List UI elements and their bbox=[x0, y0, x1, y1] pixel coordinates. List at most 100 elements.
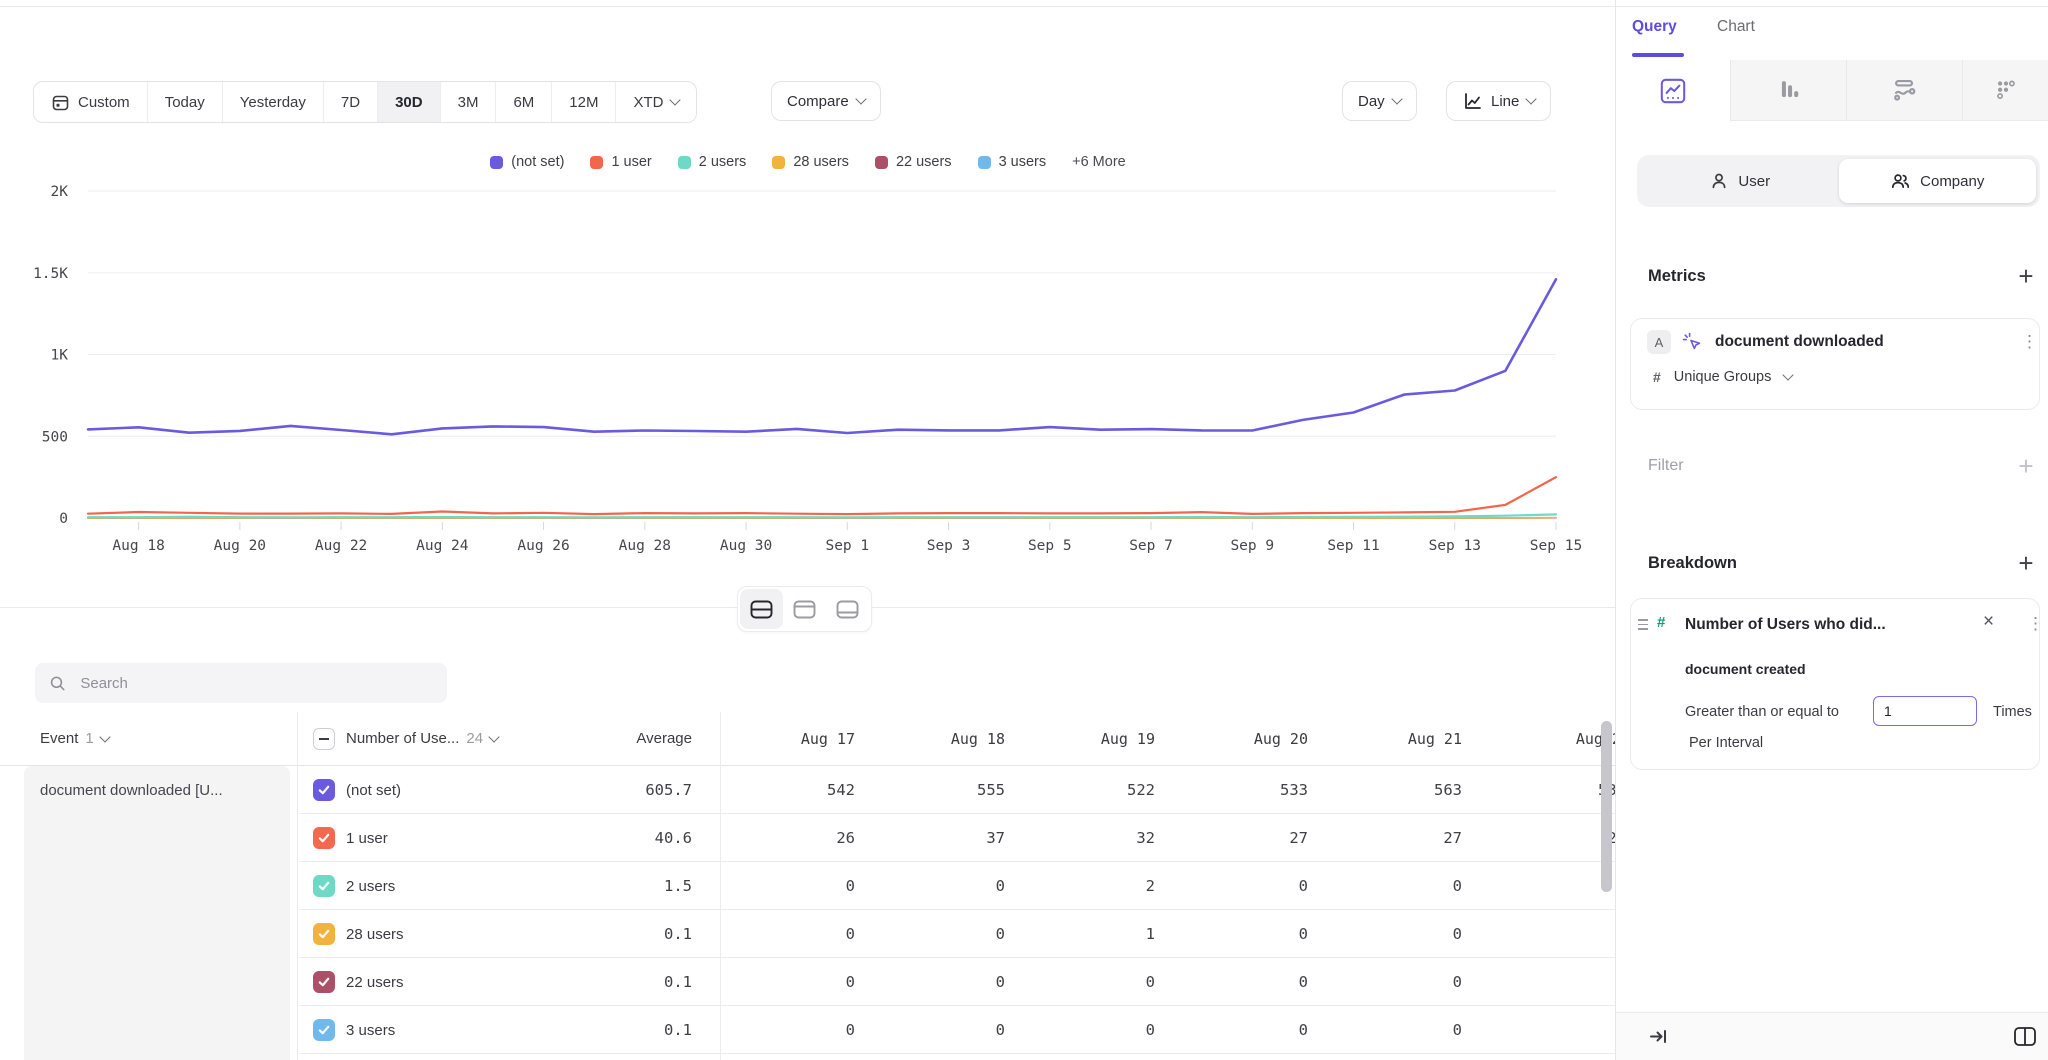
legend-swatch bbox=[678, 156, 691, 169]
range-yesterday-button[interactable]: Yesterday bbox=[223, 82, 324, 122]
cell-value: 533 bbox=[1198, 766, 1308, 814]
remove-breakdown-icon[interactable]: × bbox=[1983, 611, 1994, 633]
layout-panel-bottom-button[interactable] bbox=[826, 589, 869, 629]
table-body: (not set)605.75425555225335635311 user40… bbox=[300, 766, 1616, 1060]
x-axis-label: Sep 5 bbox=[1028, 538, 1072, 554]
drag-handle-icon[interactable] bbox=[1638, 619, 1648, 630]
breakdown-condition-label[interactable]: Greater than or equal to bbox=[1685, 704, 1839, 720]
add-breakdown-button[interactable]: + bbox=[2014, 551, 2038, 575]
chart-type-grid-tab[interactable] bbox=[1962, 60, 2048, 121]
cell-value: 0 bbox=[1045, 1006, 1155, 1054]
legend-item[interactable]: 22 users bbox=[875, 154, 952, 170]
row-checkbox[interactable] bbox=[313, 827, 335, 849]
date-column-header: Aug 21 bbox=[1352, 712, 1462, 765]
average-value: 0.1 bbox=[572, 958, 692, 1006]
row-checkbox[interactable] bbox=[313, 1019, 335, 1041]
metric-card[interactable]: A document downloaded ⋮ # Unique Groups bbox=[1630, 318, 2040, 410]
range-7d-button[interactable]: 7D bbox=[324, 82, 378, 122]
x-axis-label: Aug 20 bbox=[214, 538, 266, 554]
legend-item[interactable]: 3 users bbox=[978, 154, 1047, 170]
check-icon bbox=[317, 783, 331, 797]
cell-value: 0 bbox=[1352, 1006, 1462, 1054]
vertical-scrollbar[interactable] bbox=[1601, 721, 1612, 892]
group-value-label[interactable]: 28 users bbox=[346, 910, 404, 958]
check-icon bbox=[317, 1023, 331, 1037]
group-value-label[interactable]: 22 users bbox=[346, 958, 404, 1006]
range-today-button[interactable]: Today bbox=[148, 82, 223, 122]
collapse-panel-icon[interactable] bbox=[1648, 1025, 1671, 1048]
table-row: 3 users0.1000000 bbox=[300, 1006, 1616, 1054]
average-value: 1.5 bbox=[572, 862, 692, 910]
legend-item[interactable]: (not set) bbox=[490, 154, 564, 170]
calendar-icon bbox=[51, 93, 70, 112]
average-column-header: Average bbox=[572, 712, 692, 765]
breakdown-menu-icon[interactable]: ⋮ bbox=[2027, 614, 2044, 634]
range-12m-button[interactable]: 12M bbox=[552, 82, 616, 122]
add-metric-button[interactable]: + bbox=[2014, 264, 2038, 288]
interval-button[interactable]: Day bbox=[1342, 81, 1417, 121]
legend-label: 2 users bbox=[699, 154, 747, 170]
scope-user-button[interactable]: User bbox=[1641, 159, 1839, 203]
group-value-label[interactable]: 2 users bbox=[346, 862, 395, 910]
group-value-label[interactable]: 1 user bbox=[346, 814, 388, 862]
chart-type-line-tab[interactable] bbox=[1616, 60, 1730, 121]
range-30d-button[interactable]: 30D bbox=[378, 82, 441, 122]
event-cell[interactable]: document downloaded [U... bbox=[24, 766, 290, 1060]
tab-query[interactable]: Query bbox=[1632, 18, 1677, 36]
cell-value: 0 bbox=[1516, 958, 1616, 1006]
legend-more-link[interactable]: +6 More bbox=[1072, 154, 1126, 170]
group-value-label[interactable]: (not set) bbox=[346, 766, 401, 814]
compare-button[interactable]: Compare bbox=[771, 81, 881, 121]
breakdown-value-input[interactable] bbox=[1873, 696, 1977, 726]
tab-chart[interactable]: Chart bbox=[1717, 18, 1755, 36]
range-6m-button[interactable]: 6M bbox=[496, 82, 552, 122]
x-axis-label: Aug 30 bbox=[720, 538, 772, 554]
legend-item[interactable]: 2 users bbox=[678, 154, 747, 170]
scope-user-label: User bbox=[1738, 173, 1770, 190]
row-checkbox[interactable] bbox=[313, 923, 335, 945]
range-custom-button[interactable]: Custom bbox=[34, 82, 148, 122]
compare-label: Compare bbox=[787, 93, 849, 110]
search-box[interactable] bbox=[35, 663, 447, 703]
line-chart[interactable]: 05001K1.5K2KAug 18Aug 20Aug 22Aug 24Aug … bbox=[0, 180, 1616, 555]
event-column-header[interactable]: Event 1 bbox=[40, 712, 109, 765]
x-axis-label: Sep 7 bbox=[1129, 538, 1173, 554]
metric-measure-row[interactable]: # Unique Groups bbox=[1653, 369, 1792, 385]
layout-panel-top-button[interactable] bbox=[783, 589, 826, 629]
x-axis-label: Aug 18 bbox=[112, 538, 164, 554]
cell-value: 37 bbox=[895, 814, 1005, 862]
layout-split-rows-button[interactable] bbox=[740, 589, 783, 629]
panel-footer bbox=[1616, 1012, 2048, 1060]
legend-item[interactable]: 28 users bbox=[772, 154, 849, 170]
split-rows-icon bbox=[750, 600, 773, 619]
chevron-down-icon bbox=[1526, 93, 1537, 104]
select-all-checkbox[interactable] bbox=[313, 712, 335, 765]
table-row: 28 users0.1001000 bbox=[300, 910, 1616, 958]
breakdown-per-interval-label[interactable]: Per Interval bbox=[1689, 735, 1763, 751]
range-xtd-button[interactable]: XTD bbox=[616, 82, 696, 122]
split-view-icon[interactable] bbox=[2012, 1024, 2038, 1049]
chart-type-bar-tab[interactable] bbox=[1730, 60, 1846, 121]
row-checkbox[interactable] bbox=[313, 875, 335, 897]
add-filter-button[interactable]: + bbox=[2014, 454, 2038, 478]
cell-value: 555 bbox=[895, 766, 1005, 814]
range-3m-button[interactable]: 3M bbox=[441, 82, 497, 122]
event-name: document downloaded [U... bbox=[40, 766, 223, 814]
column-divider bbox=[297, 712, 298, 1060]
x-axis-label: Sep 13 bbox=[1429, 538, 1481, 554]
group-header-label: Number of Use... bbox=[346, 730, 459, 747]
hash-icon: # bbox=[1653, 369, 1661, 385]
scope-company-button[interactable]: Company bbox=[1839, 159, 2037, 203]
legend-item[interactable]: 1 user bbox=[590, 154, 651, 170]
chart-type-flow-tab[interactable] bbox=[1846, 60, 1962, 121]
group-value-label[interactable]: 3 users bbox=[346, 1006, 395, 1054]
analytics-app: CustomTodayYesterday7D30D3M6M12MXTD Comp… bbox=[0, 0, 2048, 1060]
event-cursor-icon bbox=[1681, 331, 1704, 354]
metric-menu-icon[interactable]: ⋮ bbox=[2021, 332, 2038, 352]
row-checkbox[interactable] bbox=[313, 779, 335, 801]
row-checkbox[interactable] bbox=[313, 971, 335, 993]
chart-type-button[interactable]: Line bbox=[1446, 81, 1551, 121]
group-column-header[interactable]: Number of Use... 24 bbox=[346, 712, 498, 765]
search-input[interactable] bbox=[78, 674, 433, 693]
breakdown-card[interactable]: # Number of Users who did... × ⋮ documen… bbox=[1630, 598, 2040, 770]
